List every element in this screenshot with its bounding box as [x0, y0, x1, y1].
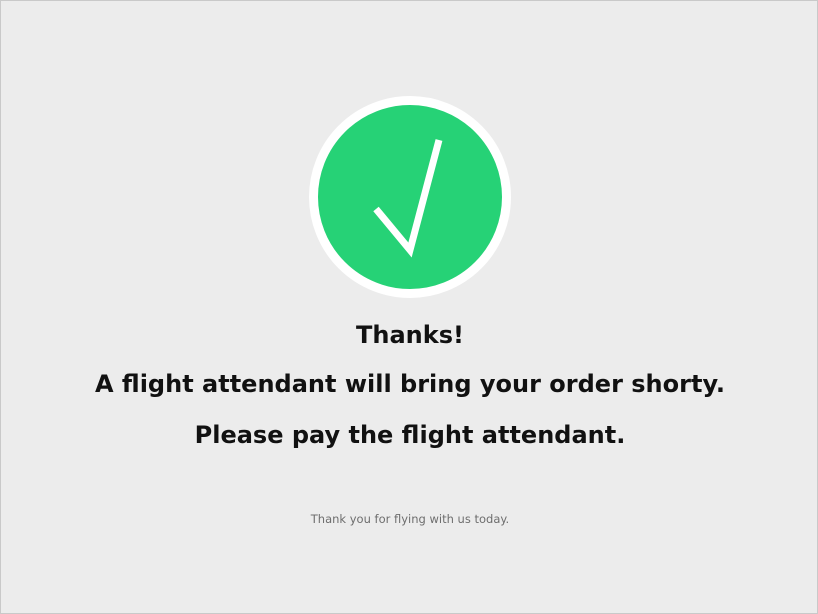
confirmation-message-payment: Please pay the flight attendant.	[194, 421, 626, 449]
checkmark-icon	[373, 139, 443, 258]
order-confirmation-screen: Thanks! A flight attendant will bring yo…	[0, 0, 818, 614]
confirmation-title: Thanks!	[356, 321, 464, 349]
footer-thank-you: Thank you for flying with us today.	[310, 512, 510, 526]
confirmation-message-delivery: A flight attendant will bring your order…	[94, 370, 725, 398]
success-badge	[309, 96, 511, 298]
